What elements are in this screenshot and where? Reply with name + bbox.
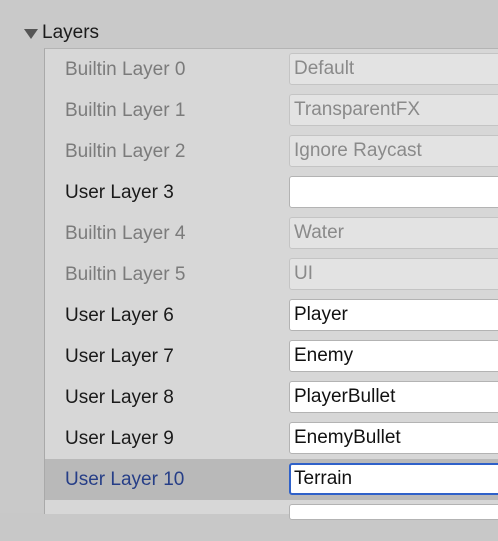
layer-name-field[interactable] — [289, 504, 498, 520]
page: Layers Builtin Layer 0 Default Builtin L… — [0, 0, 498, 520]
layer-label: Builtin Layer 2 — [65, 141, 186, 162]
layers-title: Layers — [42, 22, 100, 43]
layer-name-field: Water — [289, 217, 498, 249]
layer-label: User Layer 7 — [65, 346, 174, 367]
layer-name-field: Default — [289, 53, 498, 85]
layer-row-selected[interactable]: User Layer 10 Terrain — [45, 459, 498, 500]
layers-inspector-panel: Layers Builtin Layer 0 Default Builtin L… — [0, 0, 498, 520]
layer-row[interactable]: User Layer 8 PlayerBullet — [45, 377, 498, 418]
layer-name-field[interactable]: Player — [289, 299, 498, 331]
layer-name-field: UI — [289, 258, 498, 290]
layer-row: Builtin Layer 5 UI — [45, 254, 498, 295]
layers-foldout-header[interactable]: Layers — [24, 20, 99, 46]
layer-row: Builtin Layer 2 Ignore Raycast — [45, 131, 498, 172]
layers-list: Builtin Layer 0 Default Builtin Layer 1 … — [44, 48, 498, 520]
layer-row[interactable]: User Layer 7 Enemy — [45, 336, 498, 377]
layer-row: Builtin Layer 4 Water — [45, 213, 498, 254]
layer-name-field: Ignore Raycast — [289, 135, 498, 167]
layer-label: User Layer 6 — [65, 305, 174, 326]
layer-label: Builtin Layer 0 — [65, 59, 186, 80]
layer-label: User Layer 10 — [65, 469, 185, 490]
layer-label: Builtin Layer 5 — [65, 264, 186, 285]
layer-row[interactable]: User Layer 6 Player — [45, 295, 498, 336]
layer-name-field[interactable] — [289, 176, 498, 208]
layer-label: User Layer 3 — [65, 182, 174, 203]
layer-label: User Layer 9 — [65, 428, 174, 449]
layer-row[interactable]: User Layer 3 — [45, 172, 498, 213]
layer-name-field[interactable]: EnemyBullet — [289, 422, 498, 454]
layer-name-field[interactable]: Enemy — [289, 340, 498, 372]
layer-name-field: TransparentFX — [289, 94, 498, 126]
layer-name-field[interactable]: PlayerBullet — [289, 381, 498, 413]
layer-row[interactable]: User Layer 9 EnemyBullet — [45, 418, 498, 459]
layer-label: Builtin Layer 1 — [65, 100, 186, 121]
layer-label: Builtin Layer 4 — [65, 223, 186, 244]
layer-name-field-focused[interactable]: Terrain — [289, 463, 498, 495]
layer-row: Builtin Layer 0 Default — [45, 49, 498, 90]
triangle-down-icon[interactable] — [24, 29, 38, 39]
layer-label: User Layer 8 — [65, 387, 174, 408]
layer-row: Builtin Layer 1 TransparentFX — [45, 90, 498, 131]
layer-row-partial[interactable] — [45, 500, 498, 541]
